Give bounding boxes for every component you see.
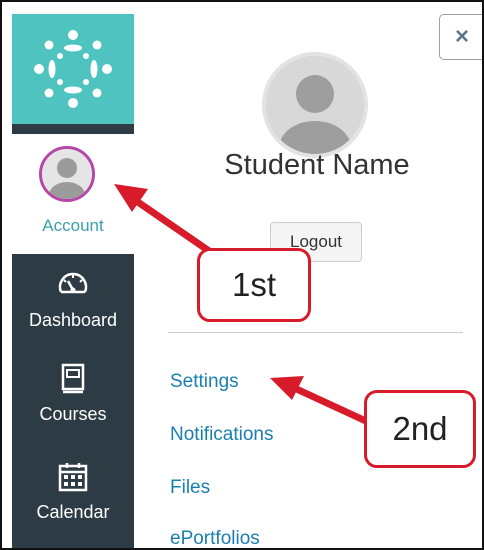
screenshot-frame: Account Dashboard Courses Calendar × Stu… — [0, 0, 484, 550]
nav-item-account-label: Account — [42, 216, 104, 235]
canvas-logo[interactable] — [12, 14, 134, 124]
close-tray-button[interactable]: × — [439, 14, 482, 60]
annotation-step-1: 1st — [197, 248, 311, 322]
tray-link-eportfolios[interactable]: ePortfolios — [170, 528, 260, 548]
student-name: Student Name — [224, 149, 410, 181]
nav-item-courses-label: Courses — [39, 404, 107, 424]
global-navigation: Account Dashboard Courses Calendar — [12, 14, 134, 548]
dashboard-icon — [58, 272, 88, 294]
calendar-icon — [58, 463, 88, 492]
book-icon — [61, 363, 85, 394]
account-avatar-icon — [39, 146, 95, 202]
nav-divider — [12, 124, 134, 134]
canvas-logo-icon — [34, 30, 112, 108]
tray-link-files[interactable]: Files — [170, 477, 210, 499]
nav-item-dashboard[interactable]: Dashboard — [12, 268, 134, 348]
annotation-step-2: 2nd — [364, 390, 476, 468]
tray-link-settings[interactable]: Settings — [170, 371, 239, 393]
nav-item-account[interactable]: Account — [12, 134, 134, 254]
close-icon: × — [455, 23, 470, 50]
nav-item-dashboard-label: Dashboard — [28, 310, 118, 330]
nav-item-courses[interactable]: Courses — [12, 362, 134, 442]
tray-divider — [168, 332, 463, 333]
profile-avatar — [262, 52, 368, 158]
tray-link-notifications[interactable]: Notifications — [170, 424, 274, 446]
nav-item-calendar[interactable]: Calendar — [12, 460, 134, 540]
nav-item-calendar-label: Calendar — [36, 502, 110, 522]
arrow-2nd — [286, 382, 372, 426]
arrowhead-2nd — [270, 376, 304, 400]
